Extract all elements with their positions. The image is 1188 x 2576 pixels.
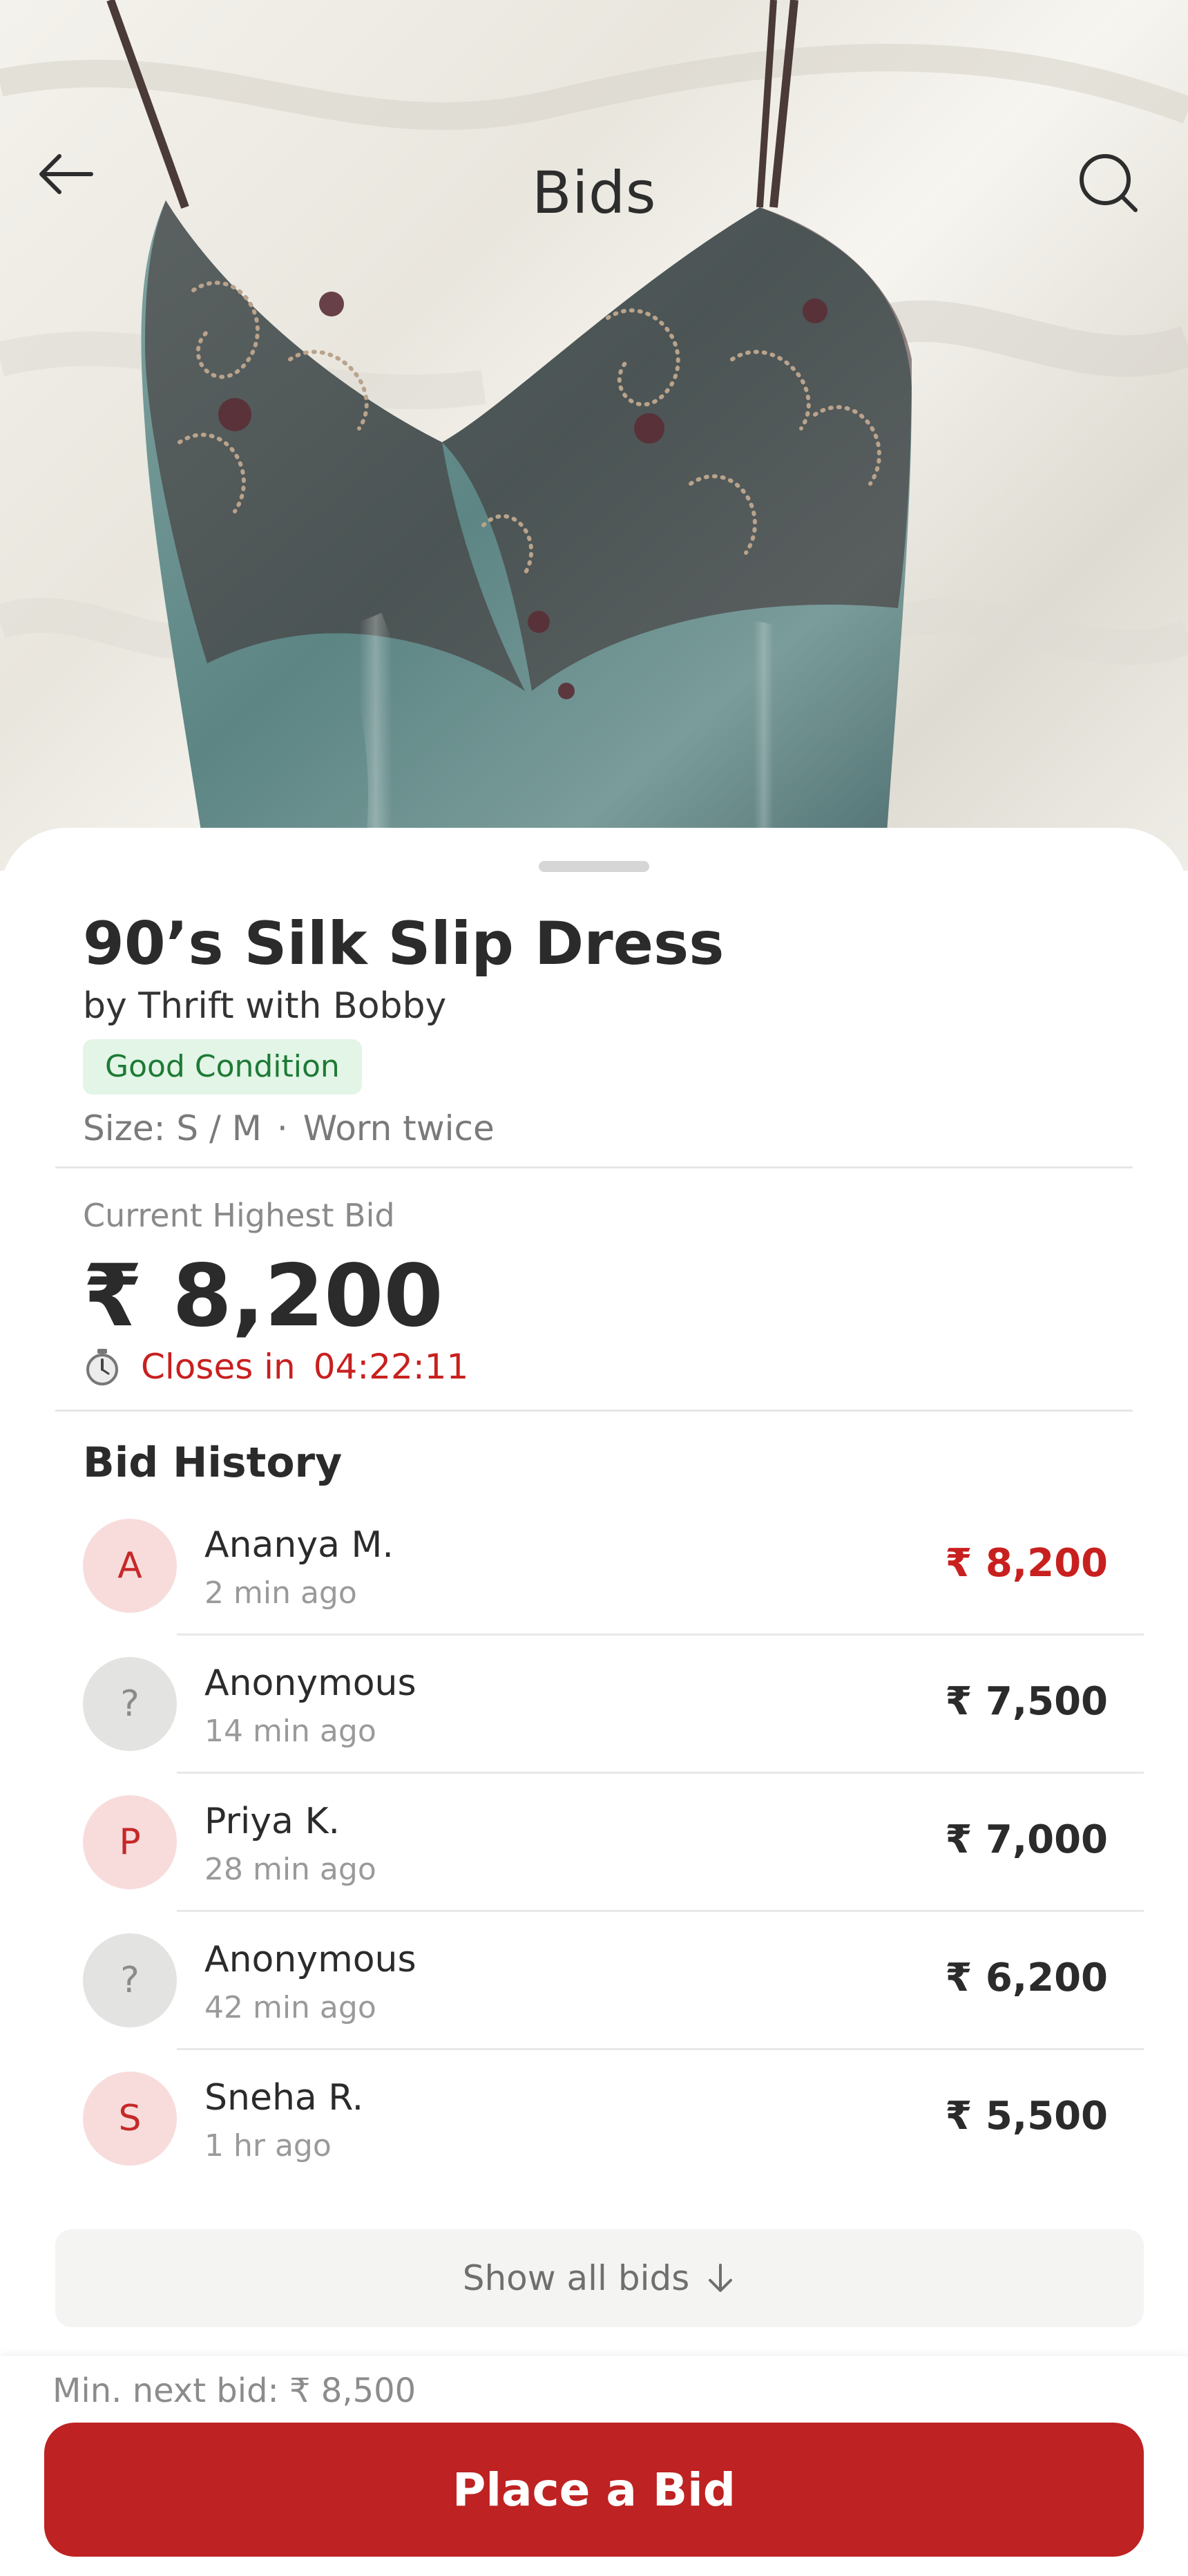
top-app-bar: Bids (0, 138, 1188, 249)
bottom-action-bar: Min. next bid: ₹ 8,500 Place a Bid (0, 2356, 1188, 2576)
divider (55, 1410, 1133, 1412)
place-bid-button[interactable]: Place a Bid (44, 2423, 1144, 2557)
avatar: ? (83, 1933, 177, 2027)
product-photo: Bids (0, 0, 1188, 871)
bid-history-title: Bid History (83, 1439, 343, 1487)
avatar: S (83, 2072, 177, 2166)
divider (55, 1166, 1133, 1168)
bid-row[interactable]: ? Anonymous 42 min ago ₹ 6,200 (0, 1929, 1188, 2067)
bidder-name: Priya K. (204, 1801, 341, 1842)
bidder-name: Anonymous (204, 1663, 416, 1704)
bid-row[interactable]: A Ananya M. 2 min ago ₹ 8,200 (0, 1515, 1188, 1653)
bid-time: 14 min ago (204, 1714, 376, 1749)
row-divider (177, 2048, 1144, 2050)
size-info: Size: S / M · Worn twice (83, 1108, 495, 1148)
show-all-bids-label: Show all bids (462, 2258, 690, 2298)
bid-time: 28 min ago (204, 1852, 376, 1887)
item-title: 90’s Silk Slip Dress (83, 909, 725, 978)
bid-time: 1 hr ago (204, 2128, 332, 2163)
bid-row[interactable]: S Sneha R. 1 hr ago ₹ 5,500 (0, 2067, 1188, 2206)
bidder-name: Sneha R. (204, 2077, 364, 2119)
bids-screen: Bids 90’s Silk Slip Dress by Thrift with… (0, 0, 1188, 2576)
search-button[interactable] (1077, 152, 1160, 235)
current-bid-amount: ₹ 8,200 (83, 1247, 443, 1346)
seller-name[interactable]: by Thrift with Bobby (83, 985, 446, 1027)
closing-timer: Closes in 04:22:11 (83, 1345, 468, 1389)
page-title: Bids (531, 159, 657, 227)
show-all-bids-button[interactable]: Show all bids (55, 2229, 1144, 2327)
bid-amount: ₹ 5,500 (945, 2094, 1108, 2139)
bid-amount: ₹ 7,000 (945, 1817, 1108, 1862)
avatar: P (83, 1795, 177, 1889)
avatar: ? (83, 1657, 177, 1751)
bid-amount: ₹ 8,200 (945, 1541, 1108, 1586)
bid-row[interactable]: P Priya K. 28 min ago ₹ 7,000 (0, 1791, 1188, 1929)
bid-time: 42 min ago (204, 1990, 376, 2025)
stopwatch-icon (86, 1349, 118, 1385)
bid-row[interactable]: ? Anonymous 14 min ago ₹ 7,500 (0, 1653, 1188, 1791)
condition-badge: Good Condition (83, 1039, 362, 1095)
row-divider (177, 1772, 1144, 1774)
silk-dress-illustration (0, 0, 1188, 871)
avatar: A (83, 1519, 177, 1613)
bidder-name: Anonymous (204, 1939, 416, 1980)
row-divider (177, 1910, 1144, 1912)
closes-time: 04:22:11 (313, 1347, 469, 1387)
current-bid-label: Current Highest Bid (83, 1197, 395, 1234)
arrow-down-icon (709, 2264, 733, 2292)
wear-label: Worn twice (303, 1108, 495, 1148)
search-icon (1080, 154, 1138, 212)
separator-dot: · (276, 1108, 288, 1148)
closes-label: Closes in (141, 1347, 296, 1387)
bid-amount: ₹ 6,200 (945, 1955, 1108, 2000)
bid-amount: ₹ 7,500 (945, 1679, 1108, 1724)
row-divider (177, 1633, 1144, 1636)
bid-details-sheet: 90’s Silk Slip Dress by Thrift with Bobb… (0, 828, 1188, 2576)
bid-time: 2 min ago (204, 1575, 357, 1611)
min-next-bid: Min. next bid: ₹ 8,500 (52, 2371, 416, 2410)
bidder-name: Ananya M. (204, 1524, 394, 1566)
size-label: Size: S / M (83, 1108, 262, 1148)
sheet-grabber[interactable] (539, 861, 649, 872)
